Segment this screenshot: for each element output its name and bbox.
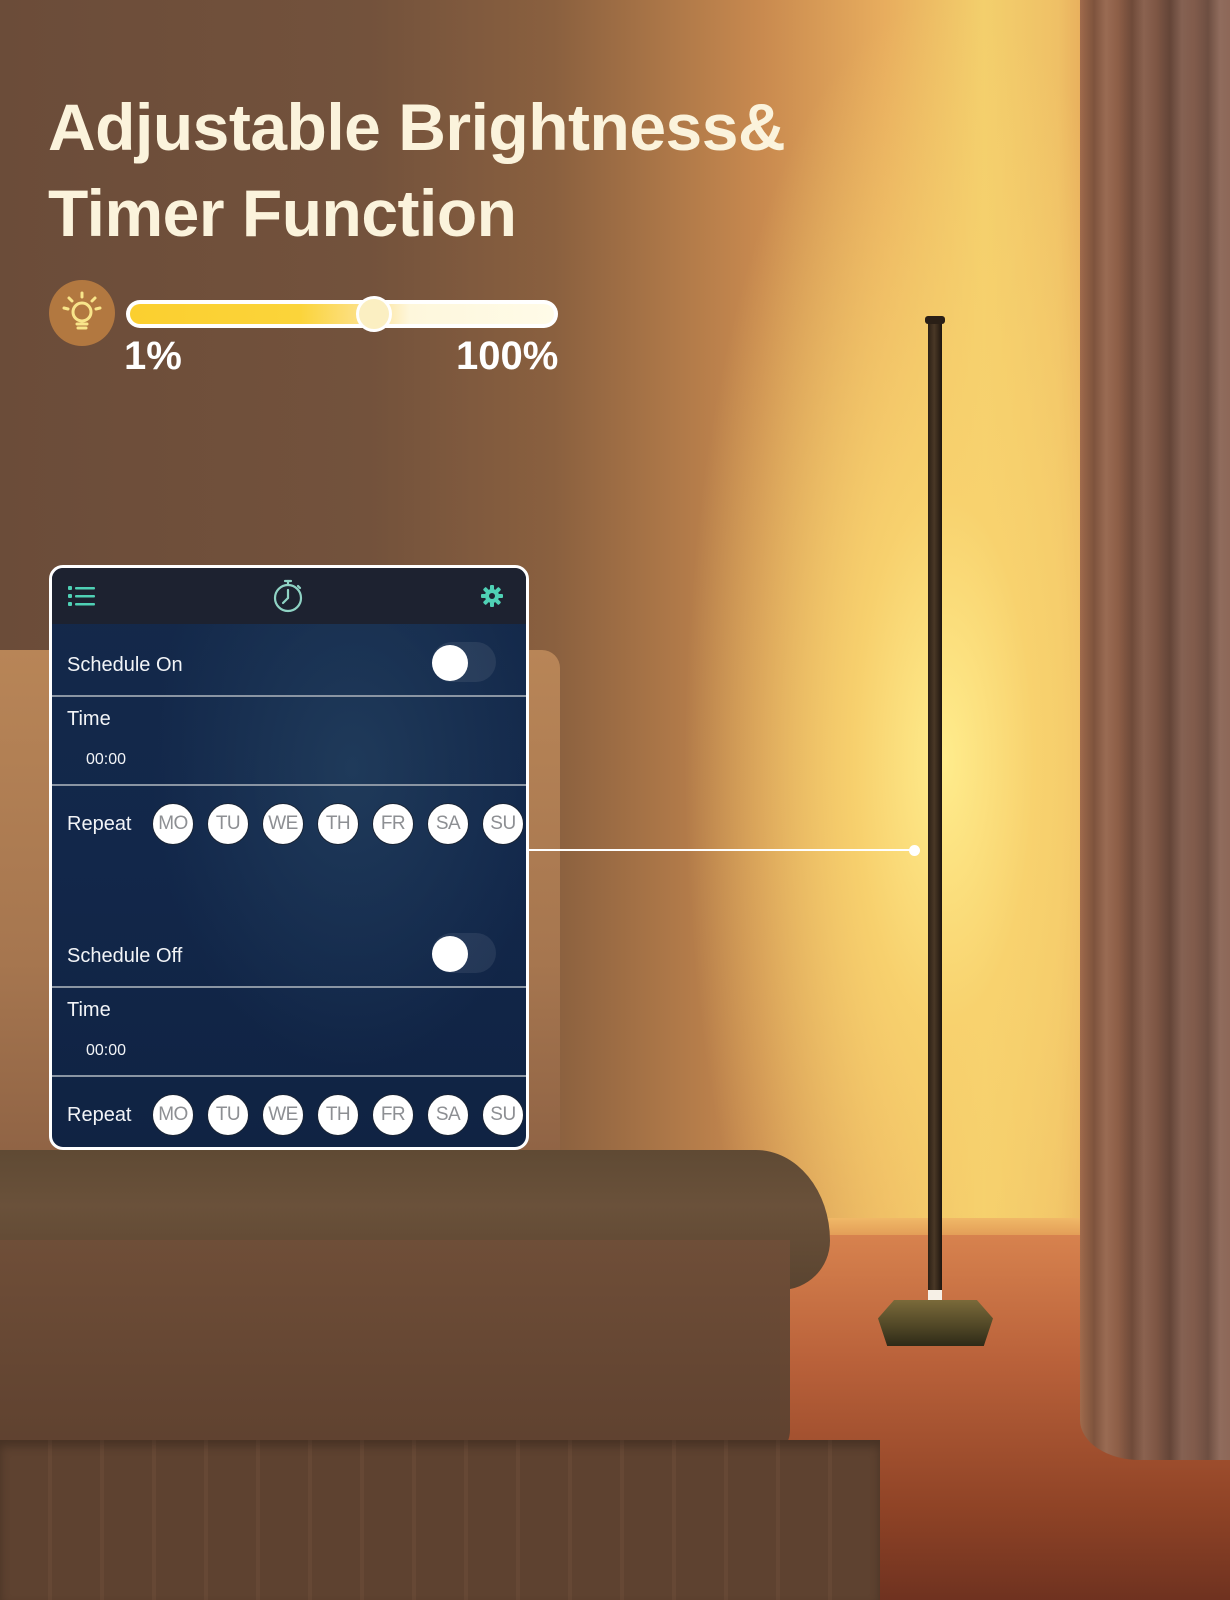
- schedule-off-toggle[interactable]: [432, 933, 496, 973]
- floor-lamp-base: [878, 1300, 993, 1346]
- day-toggle-th[interactable]: TH: [317, 803, 359, 845]
- schedule-on-repeat-label: Repeat: [67, 813, 132, 835]
- day-toggle-mo[interactable]: MO: [152, 803, 194, 845]
- schedule-on-days: MO TU WE TH FR SA SU: [152, 803, 524, 845]
- schedule-off-repeat-label: Repeat: [67, 1104, 132, 1126]
- gear-icon[interactable]: [480, 584, 504, 608]
- schedule-on-time-value[interactable]: 00:00: [86, 751, 126, 769]
- divider: [52, 986, 526, 988]
- page-title: Adjustable Brightness& Timer Function: [48, 84, 786, 256]
- day-toggle-mo[interactable]: MO: [152, 1094, 194, 1136]
- brightness-max-label: 100%: [456, 334, 559, 378]
- divider: [52, 1075, 526, 1077]
- day-toggle-sa[interactable]: SA: [427, 1094, 469, 1136]
- title-line-1: Adjustable Brightness&: [48, 90, 786, 164]
- callout-line: [529, 849, 915, 851]
- brightness-min-label: 1%: [124, 334, 182, 378]
- day-toggle-tu[interactable]: TU: [207, 803, 249, 845]
- bed-mattress: [0, 1240, 790, 1460]
- schedule-off-days: MO TU WE TH FR SA SU: [152, 1094, 524, 1136]
- schedule-on-time-label: Time: [67, 708, 111, 730]
- floor-lamp-cap: [925, 316, 945, 324]
- list-menu-icon[interactable]: [68, 585, 96, 607]
- day-toggle-fr[interactable]: FR: [372, 803, 414, 845]
- curtain: [1080, 0, 1230, 1460]
- callout-dot: [909, 845, 920, 856]
- divider: [52, 695, 526, 697]
- app-topbar: [52, 568, 526, 624]
- timer-app-panel: Schedule On Time 00:00 Repeat MO TU WE T…: [49, 565, 529, 1150]
- day-toggle-tu[interactable]: TU: [207, 1094, 249, 1136]
- toggle-knob: [432, 936, 468, 972]
- schedule-on-label: Schedule On: [67, 654, 183, 676]
- day-toggle-we[interactable]: WE: [262, 803, 304, 845]
- brightness-slider[interactable]: [126, 300, 558, 328]
- bed-base: [0, 1440, 880, 1600]
- schedule-off-time-value[interactable]: 00:00: [86, 1042, 126, 1060]
- toggle-knob: [432, 645, 468, 681]
- schedule-on-toggle[interactable]: [432, 642, 496, 682]
- day-toggle-su[interactable]: SU: [482, 803, 524, 845]
- day-toggle-sa[interactable]: SA: [427, 803, 469, 845]
- stopwatch-timer-icon[interactable]: [270, 578, 306, 614]
- schedule-off-time-label: Time: [67, 999, 111, 1021]
- day-toggle-su[interactable]: SU: [482, 1094, 524, 1136]
- day-toggle-fr[interactable]: FR: [372, 1094, 414, 1136]
- title-line-2: Timer Function: [48, 176, 517, 250]
- day-toggle-we[interactable]: WE: [262, 1094, 304, 1136]
- schedule-off-label: Schedule Off: [67, 945, 183, 967]
- lightbulb-icon: [49, 280, 115, 346]
- divider: [52, 784, 526, 786]
- floor-lamp-pole: [928, 318, 942, 1303]
- day-toggle-th[interactable]: TH: [317, 1094, 359, 1136]
- brightness-slider-fill: [130, 304, 554, 324]
